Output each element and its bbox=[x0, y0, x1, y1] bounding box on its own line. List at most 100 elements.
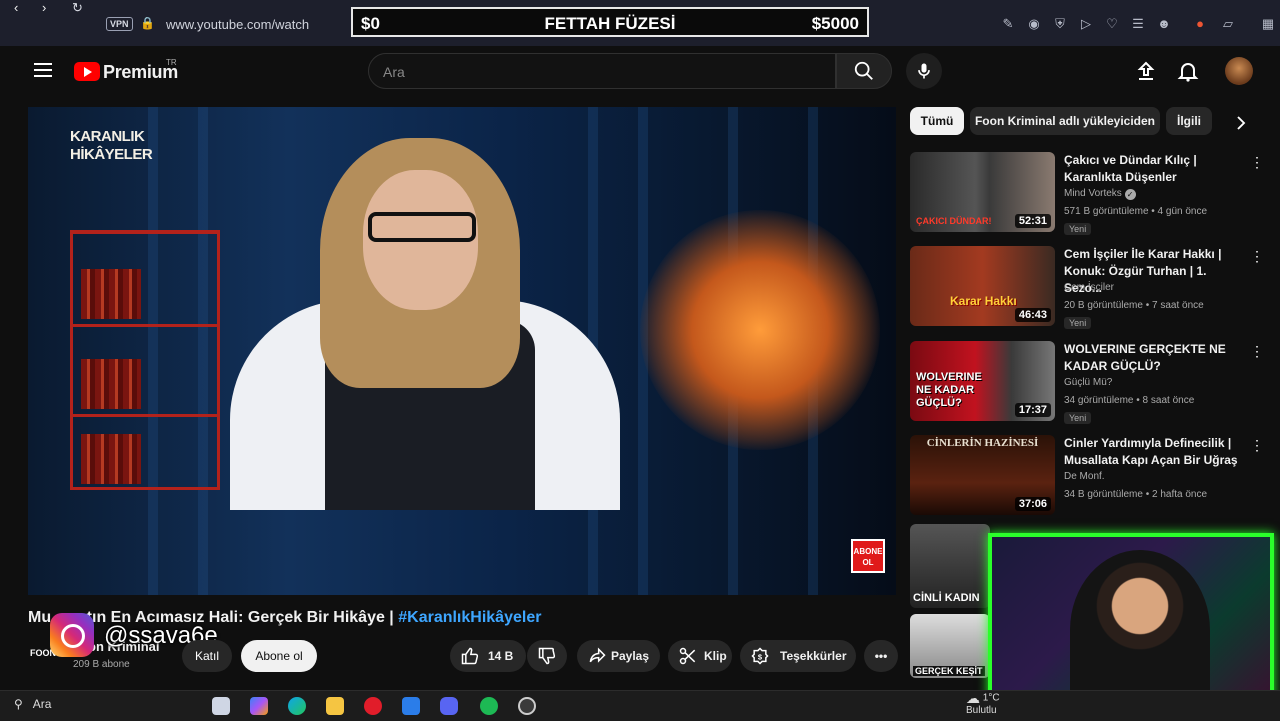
reload-icon[interactable]: ↻ bbox=[72, 0, 83, 16]
search-icon bbox=[854, 61, 873, 80]
video-thumbnail[interactable]: ÇAKICI DÜNDAR! 52:31 bbox=[910, 152, 1055, 232]
search-input[interactable] bbox=[381, 63, 825, 81]
shield-icon[interactable]: ⛨ bbox=[1052, 16, 1068, 32]
more-actions-button[interactable]: ••• bbox=[864, 640, 898, 672]
spotify-icon[interactable] bbox=[480, 697, 498, 715]
user-avatar[interactable] bbox=[1225, 57, 1253, 85]
recommendation-item[interactable]: WOLVERINE NE KADAR GÜÇLÜ? 17:37 WOLVERIN… bbox=[910, 341, 1270, 429]
video-duration: 46:43 bbox=[1014, 308, 1051, 322]
kebab-menu-icon[interactable]: ⋮ bbox=[1250, 248, 1264, 264]
taskbar-search[interactable]: ⚲ Ara bbox=[14, 697, 174, 715]
recommendation-channel[interactable]: Cem İşçiler bbox=[1064, 282, 1114, 293]
cloud-icon: ☁ bbox=[966, 690, 980, 706]
thanks-button[interactable]: $ Teşekkürler bbox=[740, 640, 856, 672]
kebab-menu-icon[interactable]: ⋮ bbox=[1250, 343, 1264, 359]
subscribe-button[interactable]: Abone ol bbox=[241, 640, 317, 672]
clip-label: Klip bbox=[704, 649, 727, 663]
share-label: Paylaş bbox=[611, 649, 650, 663]
subscribe-watermark-button[interactable]: ABONE OL bbox=[851, 539, 885, 573]
obs-icon[interactable] bbox=[518, 697, 536, 715]
new-badge: Yeni bbox=[1064, 223, 1092, 235]
weather-widget[interactable]: ☁ 1°C Bulutlu bbox=[966, 690, 1000, 717]
play-icon[interactable]: ▷ bbox=[1078, 16, 1094, 32]
dashboard-icon[interactable]: ▦ bbox=[1260, 16, 1276, 32]
dislike-button[interactable] bbox=[527, 640, 567, 672]
chip-all[interactable]: Tümü bbox=[910, 107, 964, 135]
opera-icon[interactable] bbox=[364, 697, 382, 715]
video-channel-watermark: KARANLIK HİKÂYELER bbox=[70, 128, 153, 163]
video-thumbnail[interactable]: GERÇEK KEŞİT bbox=[910, 614, 990, 678]
thumbnail-text: CİNLİ KADIN bbox=[913, 592, 980, 604]
svg-text:$: $ bbox=[758, 652, 763, 661]
back-icon[interactable]: ‹ bbox=[14, 0, 18, 15]
extension-icon[interactable]: ● bbox=[1192, 16, 1208, 32]
recommendation-channel[interactable]: De Monf. bbox=[1064, 471, 1105, 482]
list-icon[interactable]: ☰ bbox=[1130, 16, 1146, 32]
recommendation-meta: 20 B görüntüleme • 7 saat önce bbox=[1064, 300, 1204, 311]
super-thanks-icon: $ bbox=[751, 647, 769, 665]
search-box[interactable] bbox=[368, 53, 836, 89]
recommendation-item[interactable]: Karar Hakkı 46:43 Cem İşçiler İle Karar … bbox=[910, 246, 1270, 334]
recommendation-meta: 571 B görüntüleme • 4 gün önce bbox=[1064, 206, 1208, 217]
thumbs-up-icon bbox=[461, 647, 479, 665]
join-button[interactable]: Katıl bbox=[182, 640, 232, 672]
video-hashtag-link[interactable]: #KaranlıkHikâyeler bbox=[398, 609, 541, 626]
address-bar[interactable]: www.youtube.com/watch bbox=[166, 17, 309, 32]
cube-icon[interactable]: ▱ bbox=[1220, 16, 1236, 32]
weather-description: Bulutlu bbox=[966, 704, 997, 716]
chip-related[interactable]: İlgili bbox=[1166, 107, 1212, 135]
hamburger-menu-icon[interactable] bbox=[34, 63, 52, 77]
kebab-menu-icon[interactable]: ⋮ bbox=[1250, 437, 1264, 453]
file-explorer-icon[interactable] bbox=[326, 697, 344, 715]
video-duration: 52:31 bbox=[1014, 214, 1051, 228]
thumbnail-text: ÇAKICI DÜNDAR! bbox=[916, 216, 992, 226]
video-thumbnail[interactable]: CİNLİ KADIN bbox=[910, 524, 990, 608]
voice-search-button[interactable] bbox=[906, 53, 942, 89]
instagram-icon bbox=[50, 613, 94, 657]
recommendation-meta: 34 B görüntüleme • 2 hafta önce bbox=[1064, 489, 1208, 500]
more-icon: ••• bbox=[874, 649, 888, 663]
chevron-right-icon[interactable] bbox=[1232, 114, 1250, 132]
profile-icon[interactable]: ☻ bbox=[1156, 16, 1172, 32]
kebab-menu-icon[interactable]: ⋮ bbox=[1250, 154, 1264, 170]
windows-taskbar bbox=[0, 690, 1280, 721]
youtube-logo-icon[interactable] bbox=[74, 62, 100, 81]
video-thumbnail[interactable]: CİNLERİN HAZİNESİ 37:06 bbox=[910, 435, 1055, 515]
recommendation-title[interactable]: Cinler Yardımıyla Definecilik | Musallat… bbox=[1064, 435, 1244, 469]
notifications-bell-icon[interactable] bbox=[1176, 59, 1200, 83]
heart-icon[interactable]: ♡ bbox=[1104, 16, 1120, 32]
recommendation-item[interactable]: ÇAKICI DÜNDAR! 52:31 Çakıcı ve Dündar Kı… bbox=[910, 152, 1270, 240]
mail-icon[interactable] bbox=[402, 697, 420, 715]
new-badge: Yeni bbox=[1064, 412, 1092, 424]
search-icon: ⚲ bbox=[14, 697, 23, 711]
share-button[interactable]: Paylaş bbox=[577, 640, 660, 672]
camera-icon[interactable]: ◉ bbox=[1026, 16, 1042, 32]
copilot-icon[interactable] bbox=[250, 697, 268, 715]
task-view-icon[interactable] bbox=[212, 697, 230, 715]
vpn-badge[interactable]: VPN bbox=[106, 17, 133, 31]
recommendation-meta: 34 görüntüleme • 8 saat önce bbox=[1064, 395, 1195, 406]
recommendation-item[interactable]: CİNLERİN HAZİNESİ 37:06 Cinler Yardımıyl… bbox=[910, 435, 1270, 523]
like-count: 14 B bbox=[488, 649, 514, 663]
weather-temperature: 1°C bbox=[982, 692, 1000, 704]
donation-goal-overlay: $0 FETTAH FÜZESİ $5000 bbox=[351, 7, 869, 37]
upload-icon[interactable] bbox=[1134, 59, 1158, 83]
discord-icon[interactable] bbox=[440, 697, 458, 715]
like-button[interactable]: 14 B bbox=[450, 640, 526, 672]
edit-icon[interactable]: ✎ bbox=[1000, 16, 1016, 32]
edge-icon[interactable] bbox=[288, 697, 306, 715]
recommendation-title[interactable]: Çakıcı ve Dündar Kılıç | Karanlıkta Düşe… bbox=[1064, 152, 1244, 186]
forward-icon[interactable]: › bbox=[42, 0, 46, 15]
search-button[interactable] bbox=[836, 53, 892, 89]
clip-button[interactable]: Klip bbox=[668, 640, 732, 672]
recommendation-channel[interactable]: Güçlü Mü? bbox=[1064, 377, 1112, 388]
video-thumbnail[interactable]: WOLVERINE NE KADAR GÜÇLÜ? 17:37 bbox=[910, 341, 1055, 421]
video-duration: 37:06 bbox=[1014, 497, 1051, 511]
chip-from-uploader[interactable]: Foon Kriminal adlı yükleyiciden bbox=[970, 107, 1160, 135]
recommendation-title[interactable]: WOLVERINE GERÇEKTE NE KADAR GÜÇLÜ? bbox=[1064, 341, 1244, 375]
recommendation-channel[interactable]: Mind Vorteks ✓ bbox=[1064, 188, 1136, 200]
video-thumbnail[interactable]: Karar Hakkı 46:43 bbox=[910, 246, 1055, 326]
thumbnail-text: CİNLERİN HAZİNESİ bbox=[926, 437, 1039, 449]
lock-icon[interactable]: 🔒 bbox=[140, 16, 155, 30]
scissors-icon bbox=[679, 647, 696, 665]
